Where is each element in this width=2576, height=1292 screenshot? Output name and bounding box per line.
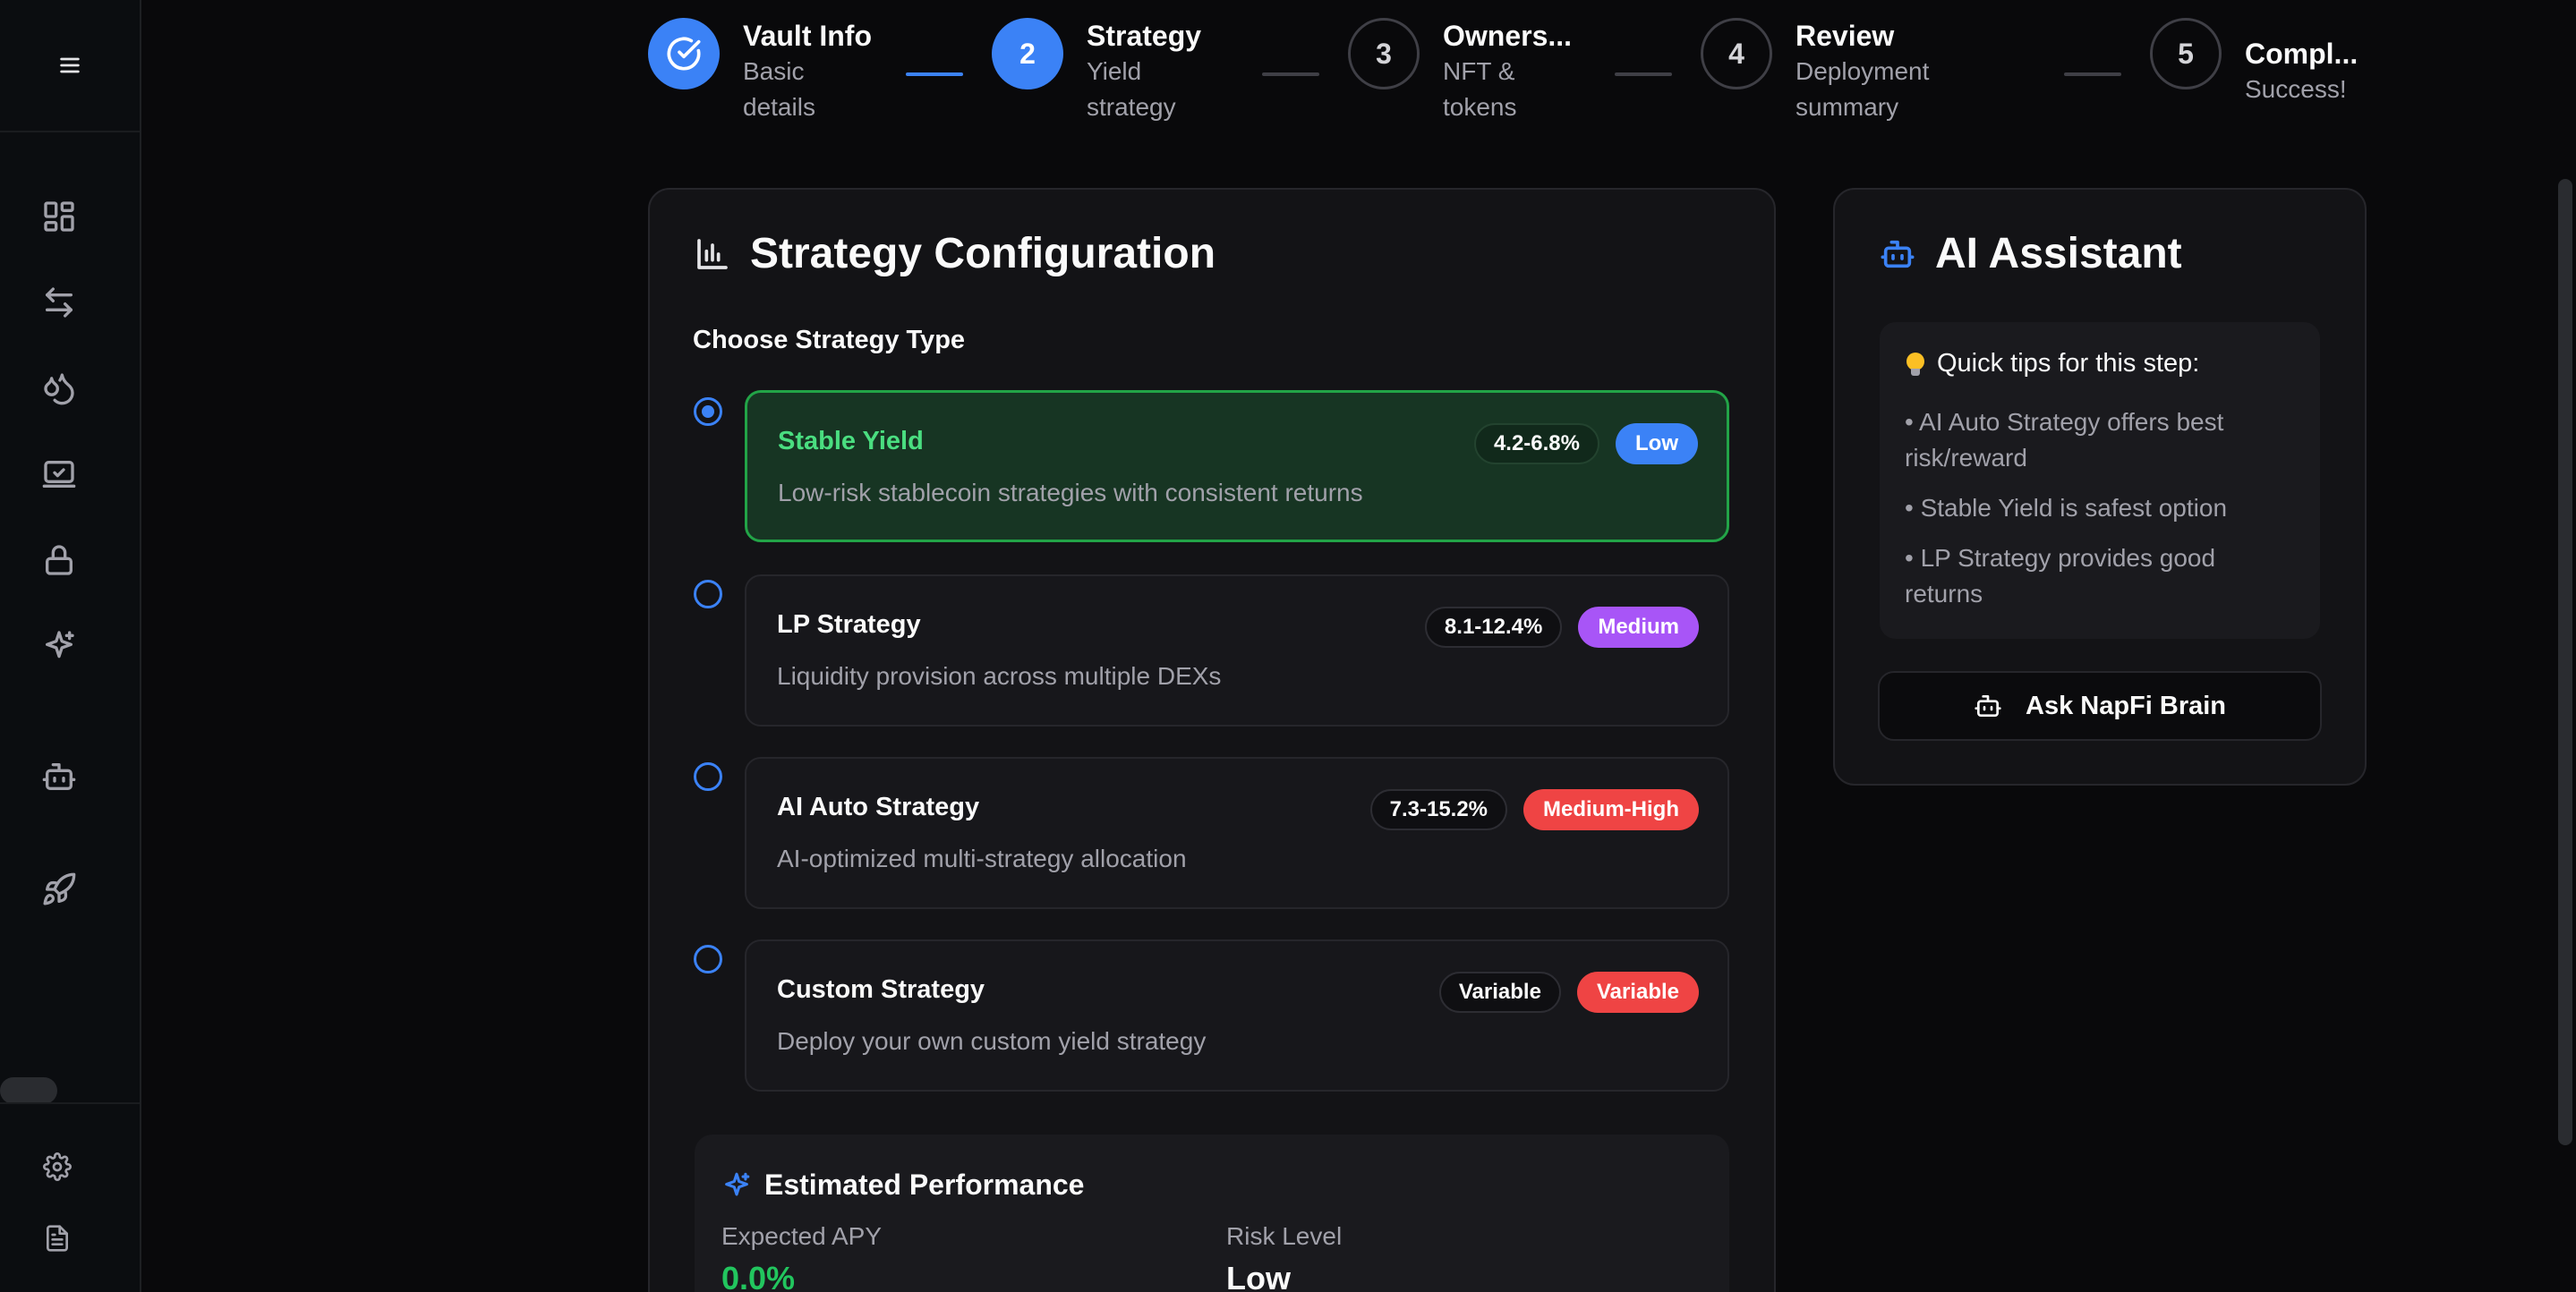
- radio-ai-auto-strategy[interactable]: [694, 762, 722, 791]
- step-subtitle: summary: [1796, 93, 1899, 121]
- strategy-config-title: Strategy Configuration: [695, 229, 1215, 278]
- lock-icon[interactable]: [39, 540, 79, 580]
- vault-icon[interactable]: [39, 455, 79, 494]
- bot-icon[interactable]: [39, 757, 79, 796]
- option-name: Custom Strategy: [777, 975, 985, 1004]
- ai-assistant-title: AI Assistant: [1880, 229, 2182, 278]
- menu-button[interactable]: [0, 0, 140, 132]
- step-connector: [1262, 72, 1319, 76]
- strategy-option-ai-auto[interactable]: AI Auto Strategy 7.3-15.2% Medium-High A…: [745, 757, 1729, 909]
- step-completed-circle: [648, 18, 720, 89]
- step-connector: [2064, 72, 2121, 76]
- option-name: AI Auto Strategy: [777, 793, 980, 821]
- step-complete[interactable]: 5 Compl... Success!: [2150, 18, 2358, 107]
- option-description: Deploy your own custom yield strategy: [777, 1027, 1207, 1055]
- step-subtitle: NFT &: [1443, 57, 1515, 85]
- step-review[interactable]: 4 Review Deployment summary: [1701, 18, 1929, 125]
- strategy-type-label: Choose Strategy Type: [693, 326, 966, 354]
- option-name: Stable Yield: [778, 427, 924, 455]
- step-subtitle: Yield: [1087, 57, 1142, 85]
- step-number: 2: [992, 18, 1063, 89]
- step-number: 5: [2150, 18, 2222, 89]
- bar-chart-icon: [697, 238, 728, 269]
- ask-napfi-brain-button[interactable]: Ask NapFi Brain: [1878, 671, 2322, 741]
- tip-item: • LP Strategy provides good returns: [1905, 544, 2216, 608]
- tips-title: Quick tips for this step:: [1906, 349, 2199, 378]
- option-description: AI-optimized multi-strategy allocation: [777, 845, 1187, 872]
- step-subtitle: Success!: [2245, 75, 2347, 103]
- settings-icon[interactable]: [38, 1147, 77, 1186]
- risk-badge: Variable: [1576, 972, 1699, 1013]
- risk-badge: Medium-High: [1523, 789, 1699, 830]
- radio-custom-strategy[interactable]: [694, 945, 722, 973]
- apy-badge: Variable: [1438, 972, 1561, 1013]
- option-description: Low-risk stablecoin strategies with cons…: [778, 479, 1363, 506]
- step-strategy[interactable]: 2 Strategy Yield strategy: [992, 18, 1201, 125]
- sparkles-icon: [725, 1172, 750, 1195]
- step-subtitle: details: [743, 93, 815, 121]
- option-name: LP Strategy: [777, 610, 921, 639]
- radio-lp-strategy[interactable]: [694, 580, 722, 608]
- step-number: 3: [1348, 18, 1420, 89]
- step-ownership[interactable]: 3 Owners... NFT & tokens: [1348, 18, 1572, 125]
- step-connector: [1615, 72, 1672, 76]
- step-vault-info[interactable]: Vault Info Basic details: [648, 18, 872, 125]
- tip-item: • Stable Yield is safest option: [1905, 494, 2228, 522]
- risk-level-label: Risk Level: [1226, 1222, 1343, 1250]
- step-subtitle: tokens: [1443, 93, 1517, 121]
- step-title: Owners...: [1443, 20, 1573, 52]
- estimated-performance-panel: Estimated Performance Expected APY 0.0% …: [695, 1135, 1729, 1292]
- risk-level-value: Low: [1226, 1260, 1291, 1292]
- sidebar-scrollbar[interactable]: [0, 1077, 57, 1104]
- tips-title-text: Quick tips for this step:: [1937, 349, 2200, 378]
- menu-icon: [60, 57, 80, 73]
- step-subtitle: Basic: [743, 57, 805, 85]
- sidebar: [0, 0, 141, 1292]
- card-title-text: Strategy Configuration: [750, 230, 1216, 277]
- radio-stable-yield[interactable]: [694, 397, 722, 426]
- step-title: Strategy: [1087, 20, 1202, 52]
- step-number: 4: [1701, 18, 1772, 89]
- strategy-option-lp[interactable]: LP Strategy 8.1-12.4% Medium Liquidity p…: [745, 574, 1729, 727]
- apy-badge: 7.3-15.2%: [1369, 789, 1508, 830]
- expected-apy-label: Expected APY: [721, 1222, 883, 1250]
- sparkles-icon[interactable]: [39, 626, 79, 666]
- performance-title-text: Estimated Performance: [764, 1169, 1085, 1201]
- expected-apy-value: 0.0%: [721, 1260, 796, 1292]
- document-icon[interactable]: [38, 1219, 77, 1258]
- swap-icon[interactable]: [39, 283, 79, 322]
- step-title: Compl...: [2245, 38, 2358, 70]
- check-circle-icon: [667, 37, 701, 71]
- liquidity-icon[interactable]: [39, 369, 79, 408]
- apy-badge: 4.2-6.8%: [1473, 423, 1599, 464]
- bot-icon: [1975, 695, 2001, 717]
- sidebar-divider: [0, 1102, 140, 1104]
- step-subtitle: Deployment: [1796, 57, 1930, 85]
- step-subtitle: strategy: [1087, 93, 1176, 121]
- ask-button-label: Ask NapFi Brain: [2026, 691, 2226, 720]
- page-scrollbar[interactable]: [2558, 179, 2572, 1145]
- quick-tips-panel: Quick tips for this step: • AI Auto Stra…: [1880, 322, 2320, 639]
- performance-title: Estimated Performance: [721, 1169, 1084, 1202]
- tip-item: • AI Auto Strategy offers best risk/rewa…: [1905, 408, 2224, 472]
- rocket-icon[interactable]: [39, 870, 79, 909]
- strategy-option-stable-yield[interactable]: Stable Yield 4.2-6.8% Low Low-risk stabl…: [745, 390, 1729, 542]
- step-connector: [906, 72, 963, 76]
- option-description: Liquidity provision across multiple DEXs: [777, 662, 1222, 690]
- step-title: Vault Info: [743, 20, 872, 52]
- assistant-title-text: AI Assistant: [1935, 230, 2182, 277]
- risk-badge: Low: [1616, 423, 1698, 464]
- lightbulb-icon: [1906, 352, 1924, 376]
- apy-badge: 8.1-12.4%: [1424, 607, 1563, 648]
- risk-badge: Medium: [1578, 607, 1699, 648]
- strategy-option-custom[interactable]: Custom Strategy Variable Variable Deploy…: [745, 939, 1729, 1092]
- step-title: Review: [1796, 20, 1895, 52]
- dashboard-icon[interactable]: [39, 197, 79, 236]
- bot-icon: [1881, 240, 1915, 268]
